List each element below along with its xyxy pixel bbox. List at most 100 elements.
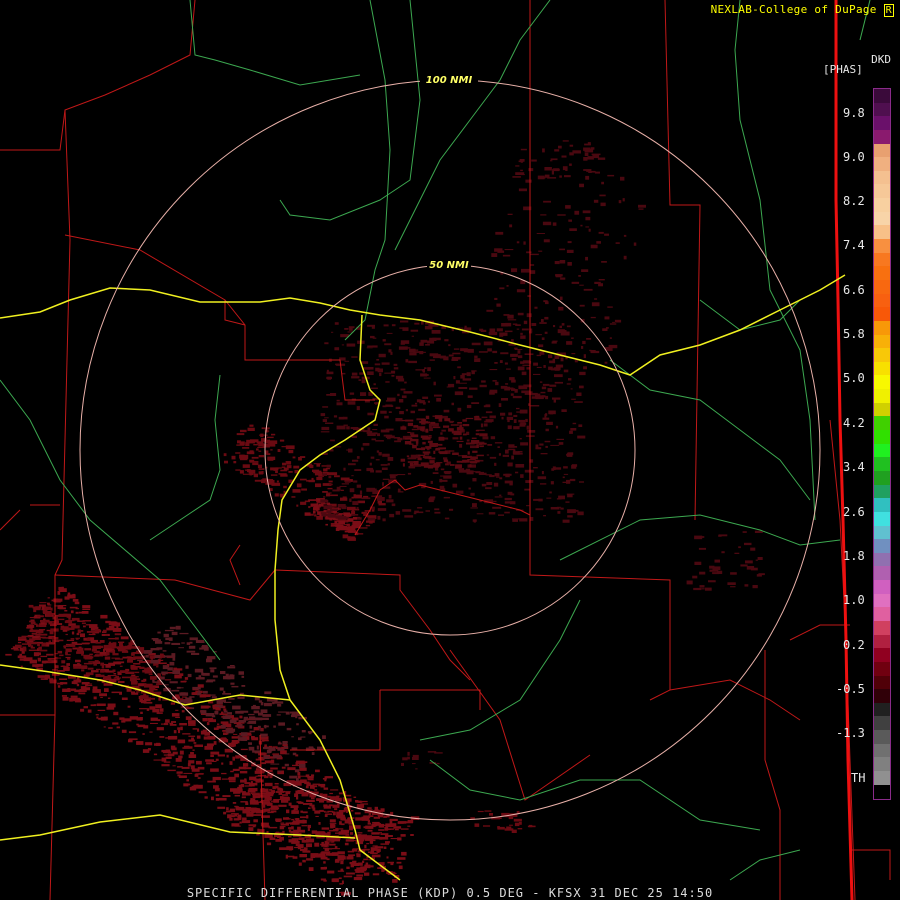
echo-pixel (598, 231, 604, 234)
echo-pixel (279, 748, 285, 751)
echo-pixel (181, 766, 190, 769)
echo-pixel (562, 476, 565, 479)
echo-pixel (188, 645, 196, 649)
echo-pixel (306, 858, 314, 861)
echo-pixel (163, 761, 171, 763)
echo-pixel (566, 383, 571, 385)
echo-pixel (717, 570, 723, 574)
echo-pixel (285, 854, 288, 859)
echo-pixel (246, 813, 254, 817)
echo-pixel (355, 800, 359, 803)
echo-pixel (103, 726, 106, 728)
echo-pixel (349, 327, 353, 331)
echo-pixel (311, 752, 315, 755)
echo-pixel (174, 674, 182, 679)
echo-pixel (256, 448, 259, 451)
echo-pixel (367, 371, 374, 375)
echo-pixel (18, 636, 27, 639)
echo-pixel (615, 242, 620, 244)
echo-pixel (377, 368, 383, 373)
echo-pixel (450, 424, 459, 426)
echo-pixel (202, 690, 208, 694)
echo-pixel (453, 376, 456, 380)
echo-pixel (367, 517, 372, 521)
echo-pixel (197, 777, 201, 779)
echo-pixel (380, 833, 389, 835)
echo-pixel (61, 695, 67, 697)
echo-pixel (241, 675, 245, 678)
echo-pixel (156, 742, 161, 746)
echo-pixel (492, 506, 502, 509)
echo-pixel (237, 735, 243, 737)
echo-pixel (193, 742, 197, 744)
echo-pixel (217, 754, 225, 757)
echo-pixel (255, 717, 263, 721)
legend-color-swatch (874, 307, 890, 321)
echo-pixel (232, 756, 235, 761)
echo-pixel (195, 639, 204, 643)
echo-pixel (283, 485, 287, 489)
echo-pixel (540, 391, 546, 394)
echo-pixel (386, 856, 389, 859)
echo-pixel (585, 256, 588, 261)
echo-pixel (533, 467, 538, 469)
echo-pixel (515, 471, 519, 474)
echo-pixel (182, 747, 187, 749)
echo-pixel (492, 380, 497, 382)
echo-pixel (287, 767, 296, 771)
echo-pixel (692, 575, 698, 579)
echo-pixel (326, 369, 329, 373)
echo-pixel (456, 427, 464, 431)
echo-pixel (559, 325, 562, 329)
echo-pixel (200, 705, 209, 709)
echo-pixel (292, 821, 300, 825)
echo-pixel (492, 350, 498, 354)
echo-pixel (171, 747, 177, 751)
echo-pixel (66, 667, 70, 671)
echo-pixel (507, 462, 513, 467)
legend-tick-label: 4.2 (843, 416, 865, 430)
echo-pixel (88, 685, 93, 687)
echo-pixel (368, 859, 372, 861)
echo-pixel (552, 397, 561, 400)
echo-pixel (315, 815, 319, 817)
echo-pixel (254, 479, 264, 482)
echo-pixel (275, 838, 282, 842)
echo-pixel (524, 469, 534, 473)
echo-pixel (499, 494, 502, 497)
echo-pixel (474, 418, 482, 421)
echo-pixel (422, 456, 426, 459)
echo-pixel (200, 710, 207, 714)
echo-pixel (494, 473, 500, 477)
echo-pixel (256, 833, 260, 836)
echo-pixel (484, 810, 492, 812)
echo-pixel (566, 453, 573, 457)
echo-pixel (342, 416, 348, 420)
echo-pixel (486, 309, 494, 312)
echo-pixel (95, 714, 99, 716)
echo-pixel (310, 513, 314, 516)
echo-pixel (219, 687, 224, 691)
echo-pixel (20, 665, 23, 668)
echo-pixel (476, 513, 484, 515)
echo-pixel (409, 352, 417, 356)
echo-pixel (699, 585, 705, 588)
echo-pixel (472, 450, 478, 453)
echo-pixel (252, 750, 261, 753)
echo-pixel (377, 508, 387, 511)
echo-pixel (272, 702, 275, 705)
echo-pixel (513, 414, 518, 417)
echo-pixel (238, 720, 246, 723)
echo-pixel (240, 783, 244, 788)
echo-pixel (145, 654, 149, 658)
echo-pixel (534, 306, 538, 309)
echo-pixel (282, 741, 288, 745)
echo-pixel (383, 324, 389, 327)
echo-pixel (718, 534, 728, 537)
legend-color-swatch (874, 771, 890, 785)
echo-pixel (563, 473, 569, 475)
echo-pixel (220, 671, 226, 675)
echo-pixel (381, 467, 388, 470)
echo-pixel (512, 519, 518, 522)
echo-pixel (591, 302, 600, 307)
